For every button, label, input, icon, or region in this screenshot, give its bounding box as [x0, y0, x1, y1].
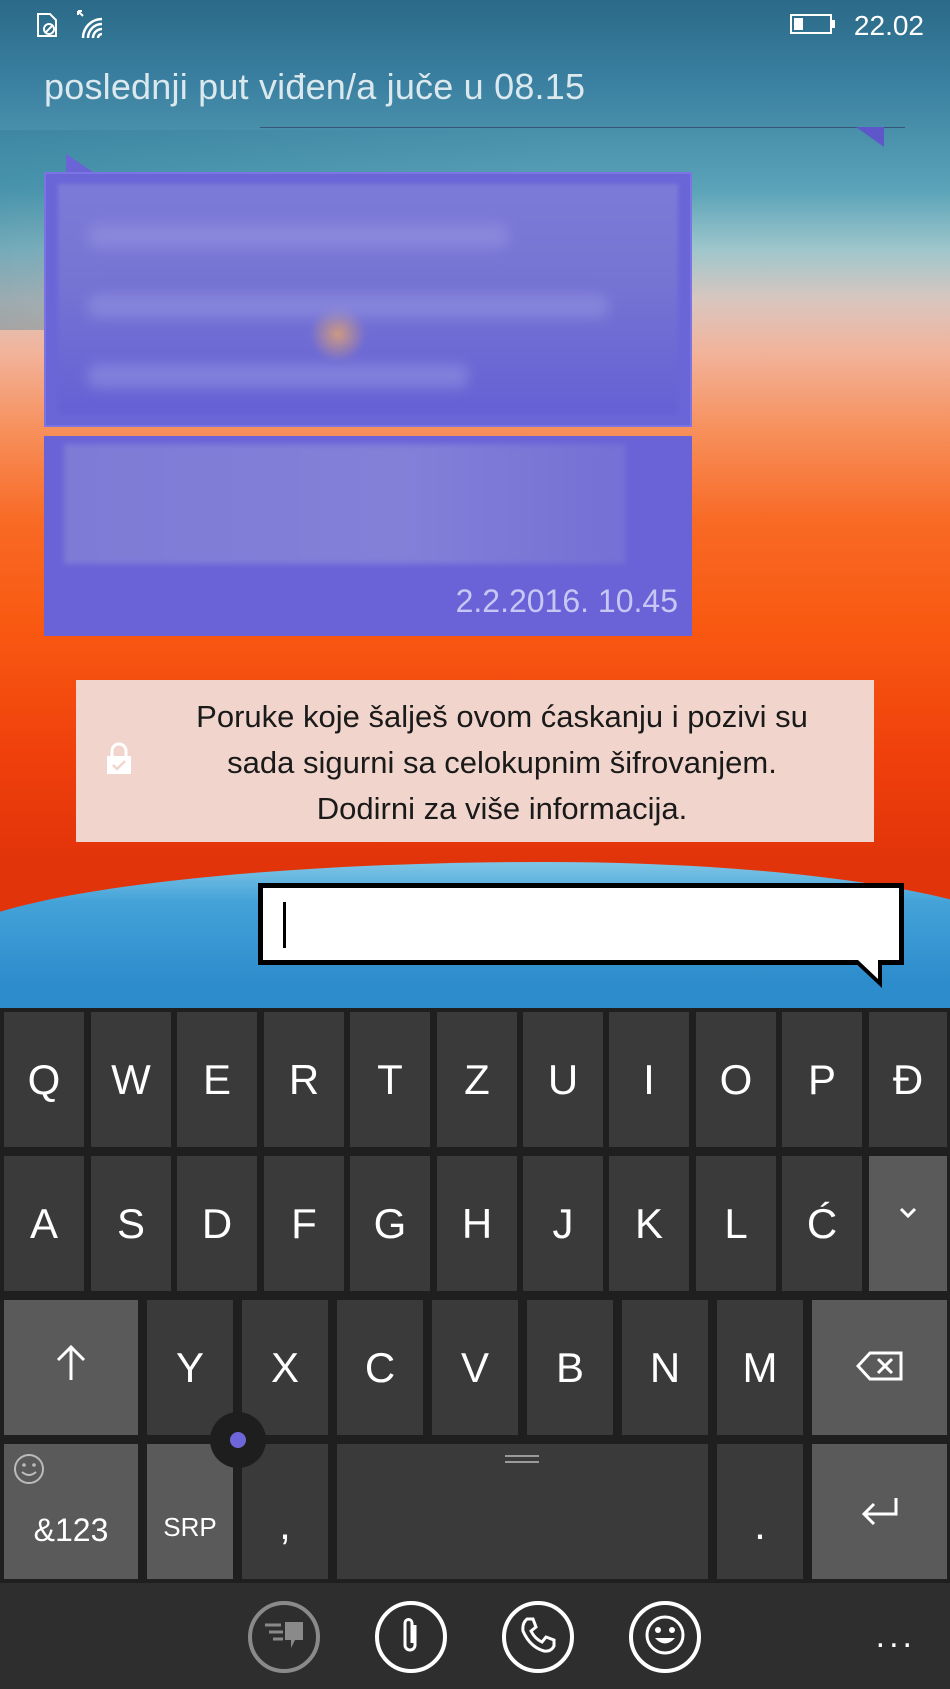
- key-dj[interactable]: Đ: [869, 1012, 947, 1147]
- battery-icon: [789, 13, 836, 39]
- call-button[interactable]: [502, 1601, 574, 1673]
- key-g[interactable]: G: [350, 1156, 430, 1291]
- key-t[interactable]: T: [350, 1012, 430, 1147]
- period-key[interactable]: .: [717, 1444, 803, 1579]
- key-d[interactable]: D: [177, 1156, 257, 1291]
- input-tail-fill: [858, 960, 878, 979]
- message-input[interactable]: [263, 888, 899, 960]
- backspace-icon: [855, 1344, 904, 1392]
- message-bubble[interactable]: 2.2.2016. 10.45: [44, 436, 692, 636]
- attach-icon: [399, 1615, 423, 1659]
- blurred-text-content: [64, 444, 626, 564]
- notice-line: Poruke koje šalješ ovom ćaskanju i poziv…: [196, 699, 808, 734]
- key-e[interactable]: E: [177, 1012, 257, 1147]
- numbers-key[interactable]: &123: [4, 1444, 138, 1579]
- key-s[interactable]: S: [91, 1156, 171, 1291]
- lock-icon: [104, 742, 134, 776]
- message-bubble[interactable]: [44, 172, 692, 427]
- call-icon: [518, 1615, 558, 1659]
- message-timestamp: 2.2.2016. 10.45: [455, 583, 678, 619]
- key-v[interactable]: V: [432, 1300, 518, 1435]
- key-p[interactable]: P: [782, 1012, 862, 1147]
- collapse-keyboard-key[interactable]: [869, 1156, 947, 1291]
- key-f[interactable]: F: [264, 1156, 344, 1291]
- bubble-tail: [66, 154, 96, 174]
- numbers-key-label: &123: [33, 1512, 109, 1548]
- status-time: 22.02: [853, 10, 924, 41]
- encryption-notice[interactable]: Poruke koje šalješ ovom ćaskanju i poziv…: [76, 680, 874, 842]
- key-n[interactable]: N: [622, 1300, 708, 1435]
- header-tail: [856, 127, 884, 147]
- key-c-acute[interactable]: Ć: [782, 1156, 862, 1291]
- enter-key[interactable]: [812, 1444, 947, 1579]
- shift-icon: [54, 1344, 88, 1392]
- app-bar: ...: [0, 1583, 950, 1689]
- key-b[interactable]: B: [527, 1300, 613, 1435]
- notice-line: sada sigurni sa celokupnim šifrovanjem.: [227, 745, 777, 780]
- quick-reply-icon: [261, 1618, 307, 1656]
- text-caret: [283, 902, 286, 948]
- key-o[interactable]: O: [696, 1012, 776, 1147]
- key-h[interactable]: H: [437, 1156, 517, 1291]
- encryption-notice-text: Poruke koje šalješ ovom ćaskanju i poziv…: [156, 694, 848, 832]
- key-y[interactable]: Y: [147, 1300, 233, 1435]
- last-seen-text: poslednji put viđen/a juče u 08.15: [44, 66, 586, 107]
- key-k[interactable]: K: [609, 1156, 689, 1291]
- header-divider: [260, 127, 905, 128]
- wifi-icon: [74, 10, 108, 44]
- emoji-button[interactable]: [629, 1601, 701, 1673]
- key-c[interactable]: C: [337, 1300, 423, 1435]
- space-drag-handle[interactable]: [505, 1455, 539, 1463]
- backspace-key[interactable]: [812, 1300, 947, 1435]
- message-input-box[interactable]: [258, 883, 904, 965]
- emoji-face-icon: [12, 1452, 46, 1494]
- blurred-media-content: [58, 184, 678, 414]
- key-l[interactable]: L: [696, 1156, 776, 1291]
- emoji-icon: [643, 1613, 687, 1661]
- attach-button[interactable]: [375, 1601, 447, 1673]
- language-key[interactable]: SRP: [147, 1444, 233, 1579]
- quick-reply-button[interactable]: [248, 1601, 320, 1673]
- key-r[interactable]: R: [264, 1012, 344, 1147]
- enter-icon: [860, 1488, 900, 1536]
- key-u[interactable]: U: [523, 1012, 603, 1147]
- key-m[interactable]: M: [717, 1300, 803, 1435]
- space-key[interactable]: [337, 1444, 708, 1579]
- key-w[interactable]: W: [91, 1012, 171, 1147]
- collapse-icon: [898, 1182, 918, 1230]
- key-z[interactable]: Z: [437, 1012, 517, 1147]
- cursor-control-nub[interactable]: [210, 1412, 266, 1468]
- no-sim-icon: [34, 12, 60, 42]
- key-j[interactable]: J: [523, 1156, 603, 1291]
- shift-key[interactable]: [4, 1300, 138, 1435]
- key-q[interactable]: Q: [4, 1012, 84, 1147]
- key-a[interactable]: A: [4, 1156, 84, 1291]
- notice-line: Dodirni za više informacija.: [316, 791, 688, 826]
- comma-key[interactable]: ,: [242, 1444, 328, 1579]
- key-i[interactable]: I: [609, 1012, 689, 1147]
- key-x[interactable]: X: [242, 1300, 328, 1435]
- status-bar: 22.02: [0, 0, 950, 52]
- more-options-button[interactable]: ...: [876, 1617, 916, 1656]
